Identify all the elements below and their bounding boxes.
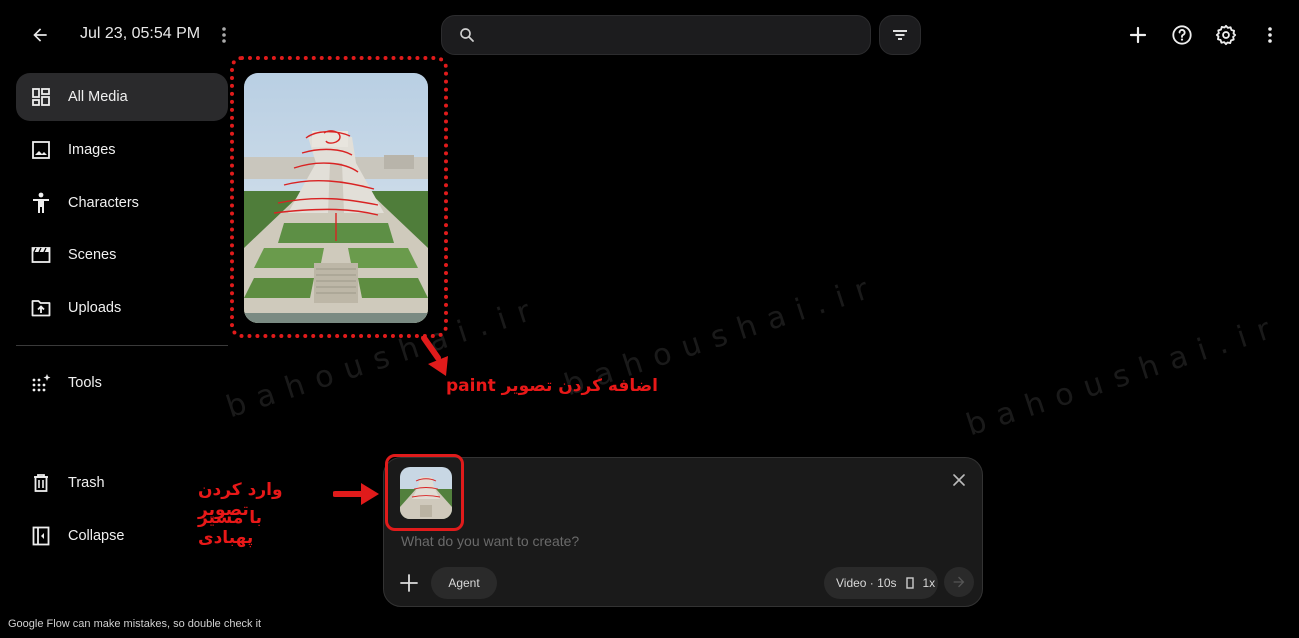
plus-icon bbox=[400, 574, 418, 592]
add-button[interactable] bbox=[1124, 21, 1152, 49]
attached-image-thumbnail[interactable] bbox=[400, 467, 452, 519]
grid-icon bbox=[30, 86, 52, 108]
sidebar-item-scenes[interactable]: Scenes bbox=[16, 231, 228, 279]
page-title: Jul 23, 05:54 PM bbox=[80, 25, 201, 42]
sidebar-item-label: All Media bbox=[68, 89, 128, 105]
arrow-forward-icon bbox=[953, 576, 965, 588]
filter-button[interactable] bbox=[879, 15, 921, 55]
video-settings-chip[interactable]: Video · 10s 1x bbox=[824, 567, 938, 599]
watermark: bahoushai.ir bbox=[962, 308, 1287, 444]
prompt-input[interactable] bbox=[401, 532, 961, 550]
sidebar-item-label: Images bbox=[68, 142, 116, 158]
sidebar-item-trash[interactable]: Trash bbox=[16, 459, 228, 507]
count-label: 1x bbox=[922, 576, 936, 590]
sidebar-item-tools[interactable]: Tools bbox=[16, 359, 228, 407]
clapperboard-icon bbox=[30, 244, 52, 266]
sidebar-item-all-media[interactable]: All Media bbox=[16, 73, 228, 121]
back-button[interactable] bbox=[24, 20, 56, 50]
tower-photo bbox=[244, 73, 428, 323]
add-attachment-button[interactable] bbox=[396, 570, 422, 596]
annotation-arrow-right bbox=[333, 483, 379, 505]
annotation-thumb-caption-line2: با مسیر پهبادی bbox=[198, 508, 263, 548]
trash-icon bbox=[30, 472, 52, 494]
sidebar-item-label: Tools bbox=[68, 375, 102, 391]
image-icon bbox=[30, 139, 52, 161]
sidebar-item-label: Scenes bbox=[68, 247, 117, 263]
person-icon bbox=[30, 192, 52, 214]
upload-folder-icon bbox=[30, 297, 52, 319]
title-menu-button[interactable] bbox=[216, 24, 232, 46]
filter-icon bbox=[893, 30, 907, 40]
sidebar-item-label: Trash bbox=[68, 475, 105, 491]
annotation-card-caption: paint اضافه کردن تصویر bbox=[446, 376, 658, 396]
search-input[interactable] bbox=[486, 27, 866, 43]
search-icon bbox=[460, 28, 474, 42]
media-card[interactable] bbox=[244, 73, 428, 323]
sparkle-grid-icon bbox=[30, 372, 52, 394]
sidebar-item-images[interactable]: Images bbox=[16, 126, 228, 174]
annotation-arrow-down bbox=[421, 336, 448, 376]
help-button[interactable] bbox=[1168, 21, 1196, 49]
settings-icon bbox=[1215, 24, 1237, 46]
sidebar-item-label: Collapse bbox=[68, 528, 125, 544]
help-icon bbox=[1172, 25, 1192, 45]
more-options-button[interactable] bbox=[1256, 21, 1284, 49]
agent-chip[interactable]: Agent bbox=[431, 567, 497, 599]
sidebar-item-label: Uploads bbox=[68, 300, 122, 316]
mode-label: Video · 10s bbox=[836, 576, 897, 590]
more-vert-icon bbox=[1268, 27, 1272, 43]
settings-button[interactable] bbox=[1212, 21, 1240, 49]
close-icon bbox=[953, 474, 965, 486]
sidebar-divider bbox=[16, 345, 228, 346]
disclaimer-text: Google Flow can make mistakes, so double… bbox=[8, 618, 262, 630]
send-button[interactable] bbox=[944, 567, 974, 597]
collapse-panel-icon bbox=[30, 525, 52, 547]
sidebar-item-uploads[interactable]: Uploads bbox=[16, 284, 228, 332]
tower-thumbnail bbox=[400, 467, 452, 519]
more-vert-icon bbox=[222, 27, 226, 43]
close-button[interactable] bbox=[949, 470, 969, 490]
plus-icon bbox=[1129, 26, 1147, 44]
sidebar-item-collapse[interactable]: Collapse bbox=[16, 512, 228, 560]
sidebar-item-characters[interactable]: Characters bbox=[16, 179, 228, 227]
arrow-back-icon bbox=[33, 28, 47, 42]
search-bar[interactable] bbox=[441, 15, 871, 55]
sidebar-item-label: Characters bbox=[68, 195, 139, 211]
portrait-aspect-icon bbox=[905, 577, 914, 589]
